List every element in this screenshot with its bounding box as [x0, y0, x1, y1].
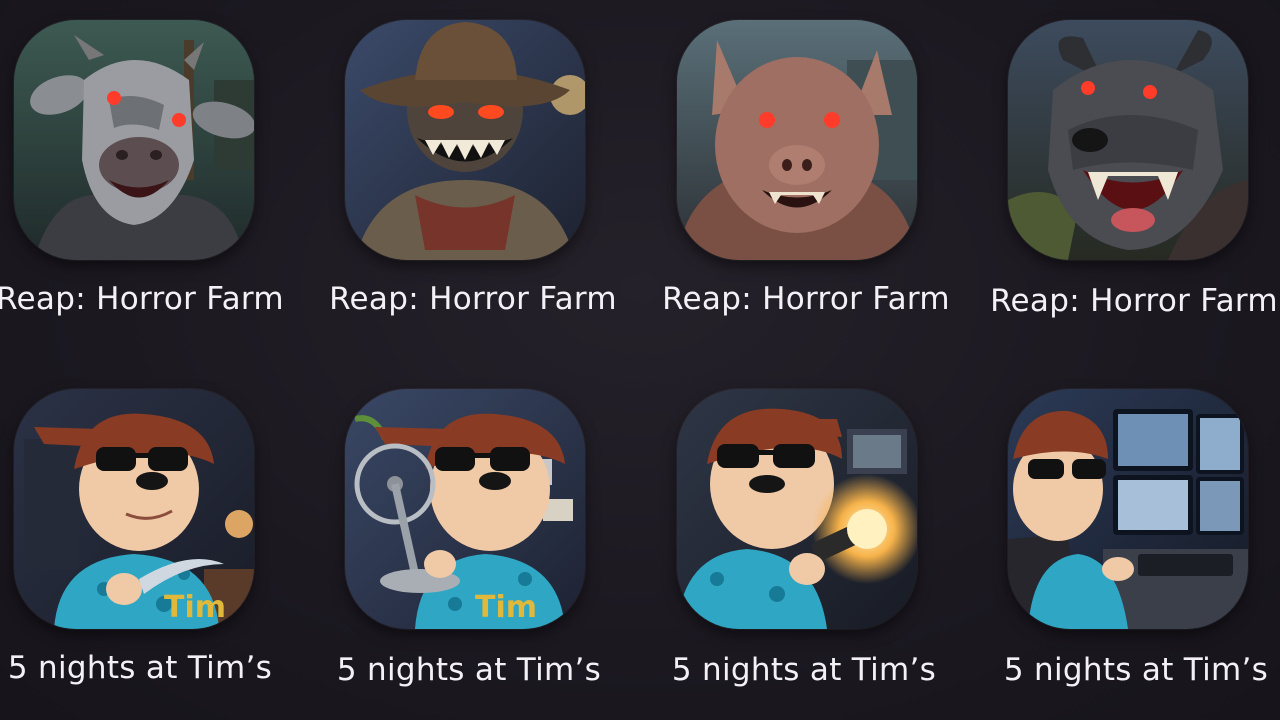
scarecrow-monster-icon[interactable]	[345, 20, 585, 260]
tim-flashlight-icon[interactable]	[677, 389, 917, 629]
app-title[interactable]: 5 nights at Tim’s	[966, 652, 1280, 688]
tim-fan-icon[interactable]: Tim	[345, 389, 585, 629]
app-title[interactable]: 5 nights at Tim’s	[0, 650, 310, 686]
tim-knife-icon[interactable]: Tim	[14, 389, 254, 629]
tim-monitors-icon[interactable]	[1008, 389, 1248, 629]
svg-text:Tim: Tim	[164, 590, 226, 625]
app-title[interactable]: Reap: Horror Farm	[636, 281, 976, 317]
app-title[interactable]: 5 nights at Tim’s	[634, 652, 974, 688]
svg-text:Tim: Tim	[475, 590, 537, 625]
app-grid: Reap: Horror Farm Reap: Horror Farm Reap…	[0, 0, 1280, 720]
pig-monster-icon[interactable]	[677, 20, 917, 260]
app-title[interactable]: Reap: Horror Farm	[0, 281, 310, 317]
cow-monster-icon[interactable]	[14, 20, 254, 260]
dog-monster-icon[interactable]	[1008, 20, 1248, 260]
app-title[interactable]: Reap: Horror Farm	[964, 283, 1280, 319]
app-title[interactable]: Reap: Horror Farm	[303, 281, 643, 317]
app-title[interactable]: 5 nights at Tim’s	[299, 652, 639, 688]
